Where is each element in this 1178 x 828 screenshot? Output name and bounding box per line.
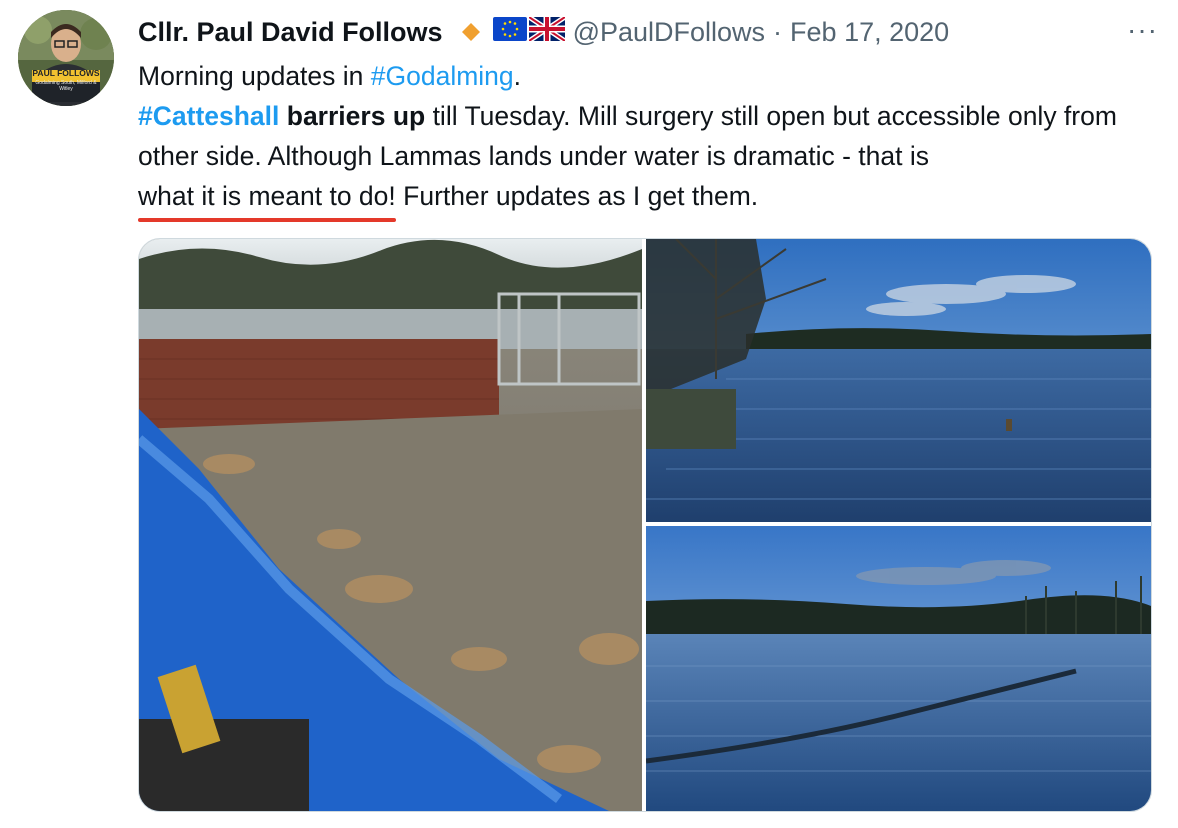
flooded-field-tree-photo[interactable] xyxy=(646,239,1151,522)
tweet-date[interactable]: Feb 17, 2020 xyxy=(790,17,949,48)
separator-dot: · xyxy=(773,16,783,47)
uk-flag-icon xyxy=(527,14,566,48)
orange-diamond-icon xyxy=(459,20,483,44)
bold-text: barriers up xyxy=(279,101,426,131)
flooded-meadow-photo[interactable] xyxy=(646,526,1151,811)
underlined-text: what it is meant to do! xyxy=(138,176,396,222)
tweet-header: Cllr. Paul David Follows @PaulDFollows ·… xyxy=(138,12,1157,52)
avatar-label: PAUL FOLLOWS xyxy=(32,68,100,78)
flags xyxy=(492,14,566,48)
closing-text: Further updates as I get them. xyxy=(395,181,759,211)
hashtag-catteshall[interactable]: #Catteshall xyxy=(138,101,279,131)
more-options-icon[interactable]: ··· xyxy=(1127,12,1158,48)
author-name[interactable]: Cllr. Paul David Follows xyxy=(138,17,443,48)
hashtag-godalming[interactable]: #Godalming xyxy=(371,61,514,91)
eu-flag-icon xyxy=(492,16,527,48)
text-period: . xyxy=(513,61,522,91)
flood-barrier-photo[interactable] xyxy=(139,239,642,811)
tweet-text: Morning updates in #Godalming. #Cattesha… xyxy=(138,56,1158,222)
media-grid xyxy=(138,238,1152,812)
author-handle[interactable]: @PaulDFollows xyxy=(573,17,765,48)
avatar-sublabel: Godalming South, Milford & Witley xyxy=(35,80,97,92)
text-prefix: Morning updates in xyxy=(138,61,371,91)
